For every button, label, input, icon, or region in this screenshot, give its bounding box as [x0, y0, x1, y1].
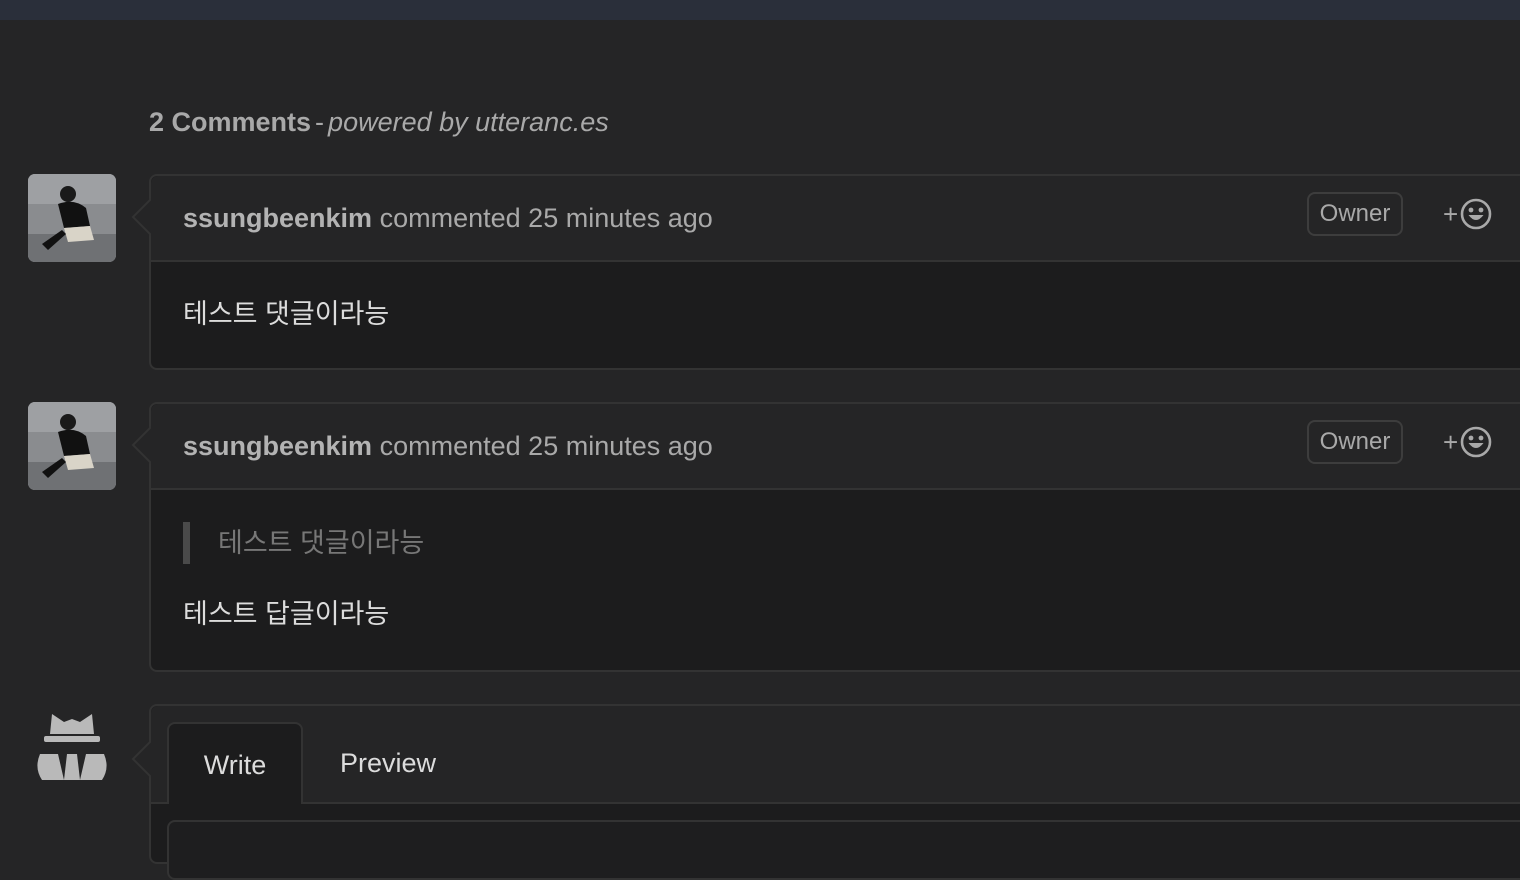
- comment-header: ssungbeenkim commented 25 minutes ago Ow…: [151, 176, 1520, 262]
- comments-count-header: 2 Comments - powered by utteranc.es: [149, 104, 609, 140]
- avatar[interactable]: [28, 174, 116, 262]
- avatar-photo: [28, 402, 116, 490]
- comment-action: commented: [379, 431, 521, 461]
- tab-write[interactable]: Write: [167, 722, 303, 804]
- avatar-photo: [28, 174, 116, 262]
- comment-author[interactable]: ssungbeenkim: [183, 203, 372, 233]
- comment-text: 테스트 답글이라능: [183, 599, 390, 629]
- comment-author[interactable]: ssungbeenkim: [183, 431, 372, 461]
- comment-time[interactable]: 25 minutes ago: [528, 431, 713, 461]
- top-bar: [0, 0, 1520, 20]
- owner-badge: Owner: [1307, 420, 1403, 464]
- comment-header-text: ssungbeenkim commented 25 minutes ago: [183, 200, 713, 236]
- plus-icon: +: [1443, 427, 1459, 457]
- add-reaction-button[interactable]: +: [1443, 198, 1492, 230]
- plus-icon: +: [1443, 199, 1459, 229]
- anonymous-avatar: [28, 706, 116, 794]
- comment-card: ssungbeenkim commented 25 minutes ago Ow…: [131, 174, 1520, 370]
- comment-body: 테스트 댓글이라능 테스트 답글이라능: [151, 490, 1520, 672]
- blockquote: 테스트 댓글이라능: [183, 522, 424, 564]
- comment-action: commented: [379, 203, 521, 233]
- comment-textarea[interactable]: [167, 820, 1520, 880]
- comment-header-text: ssungbeenkim commented 25 minutes ago: [183, 428, 713, 464]
- tab-preview[interactable]: Preview: [321, 722, 455, 804]
- incognito-icon: [37, 714, 107, 780]
- avatar[interactable]: [28, 402, 116, 490]
- owner-badge: Owner: [1307, 192, 1403, 236]
- new-comment-editor: Write Preview: [131, 704, 1520, 880]
- comment-header: ssungbeenkim commented 25 minutes ago Ow…: [151, 404, 1520, 490]
- header-separator: -: [315, 107, 325, 137]
- smiley-icon: [1460, 198, 1492, 230]
- comment-body: 테스트 댓글이라능: [151, 262, 1520, 370]
- comment-time[interactable]: 25 minutes ago: [528, 203, 713, 233]
- smiley-icon: [1460, 426, 1492, 458]
- powered-by-link[interactable]: powered by utteranc.es: [328, 107, 609, 137]
- comment-card: ssungbeenkim commented 25 minutes ago Ow…: [131, 402, 1520, 672]
- comments-count: 2 Comments: [149, 107, 312, 137]
- comment-text: 테스트 댓글이라능: [183, 299, 390, 329]
- add-reaction-button[interactable]: +: [1443, 426, 1492, 458]
- editor-tabs: Write Preview: [151, 706, 1520, 804]
